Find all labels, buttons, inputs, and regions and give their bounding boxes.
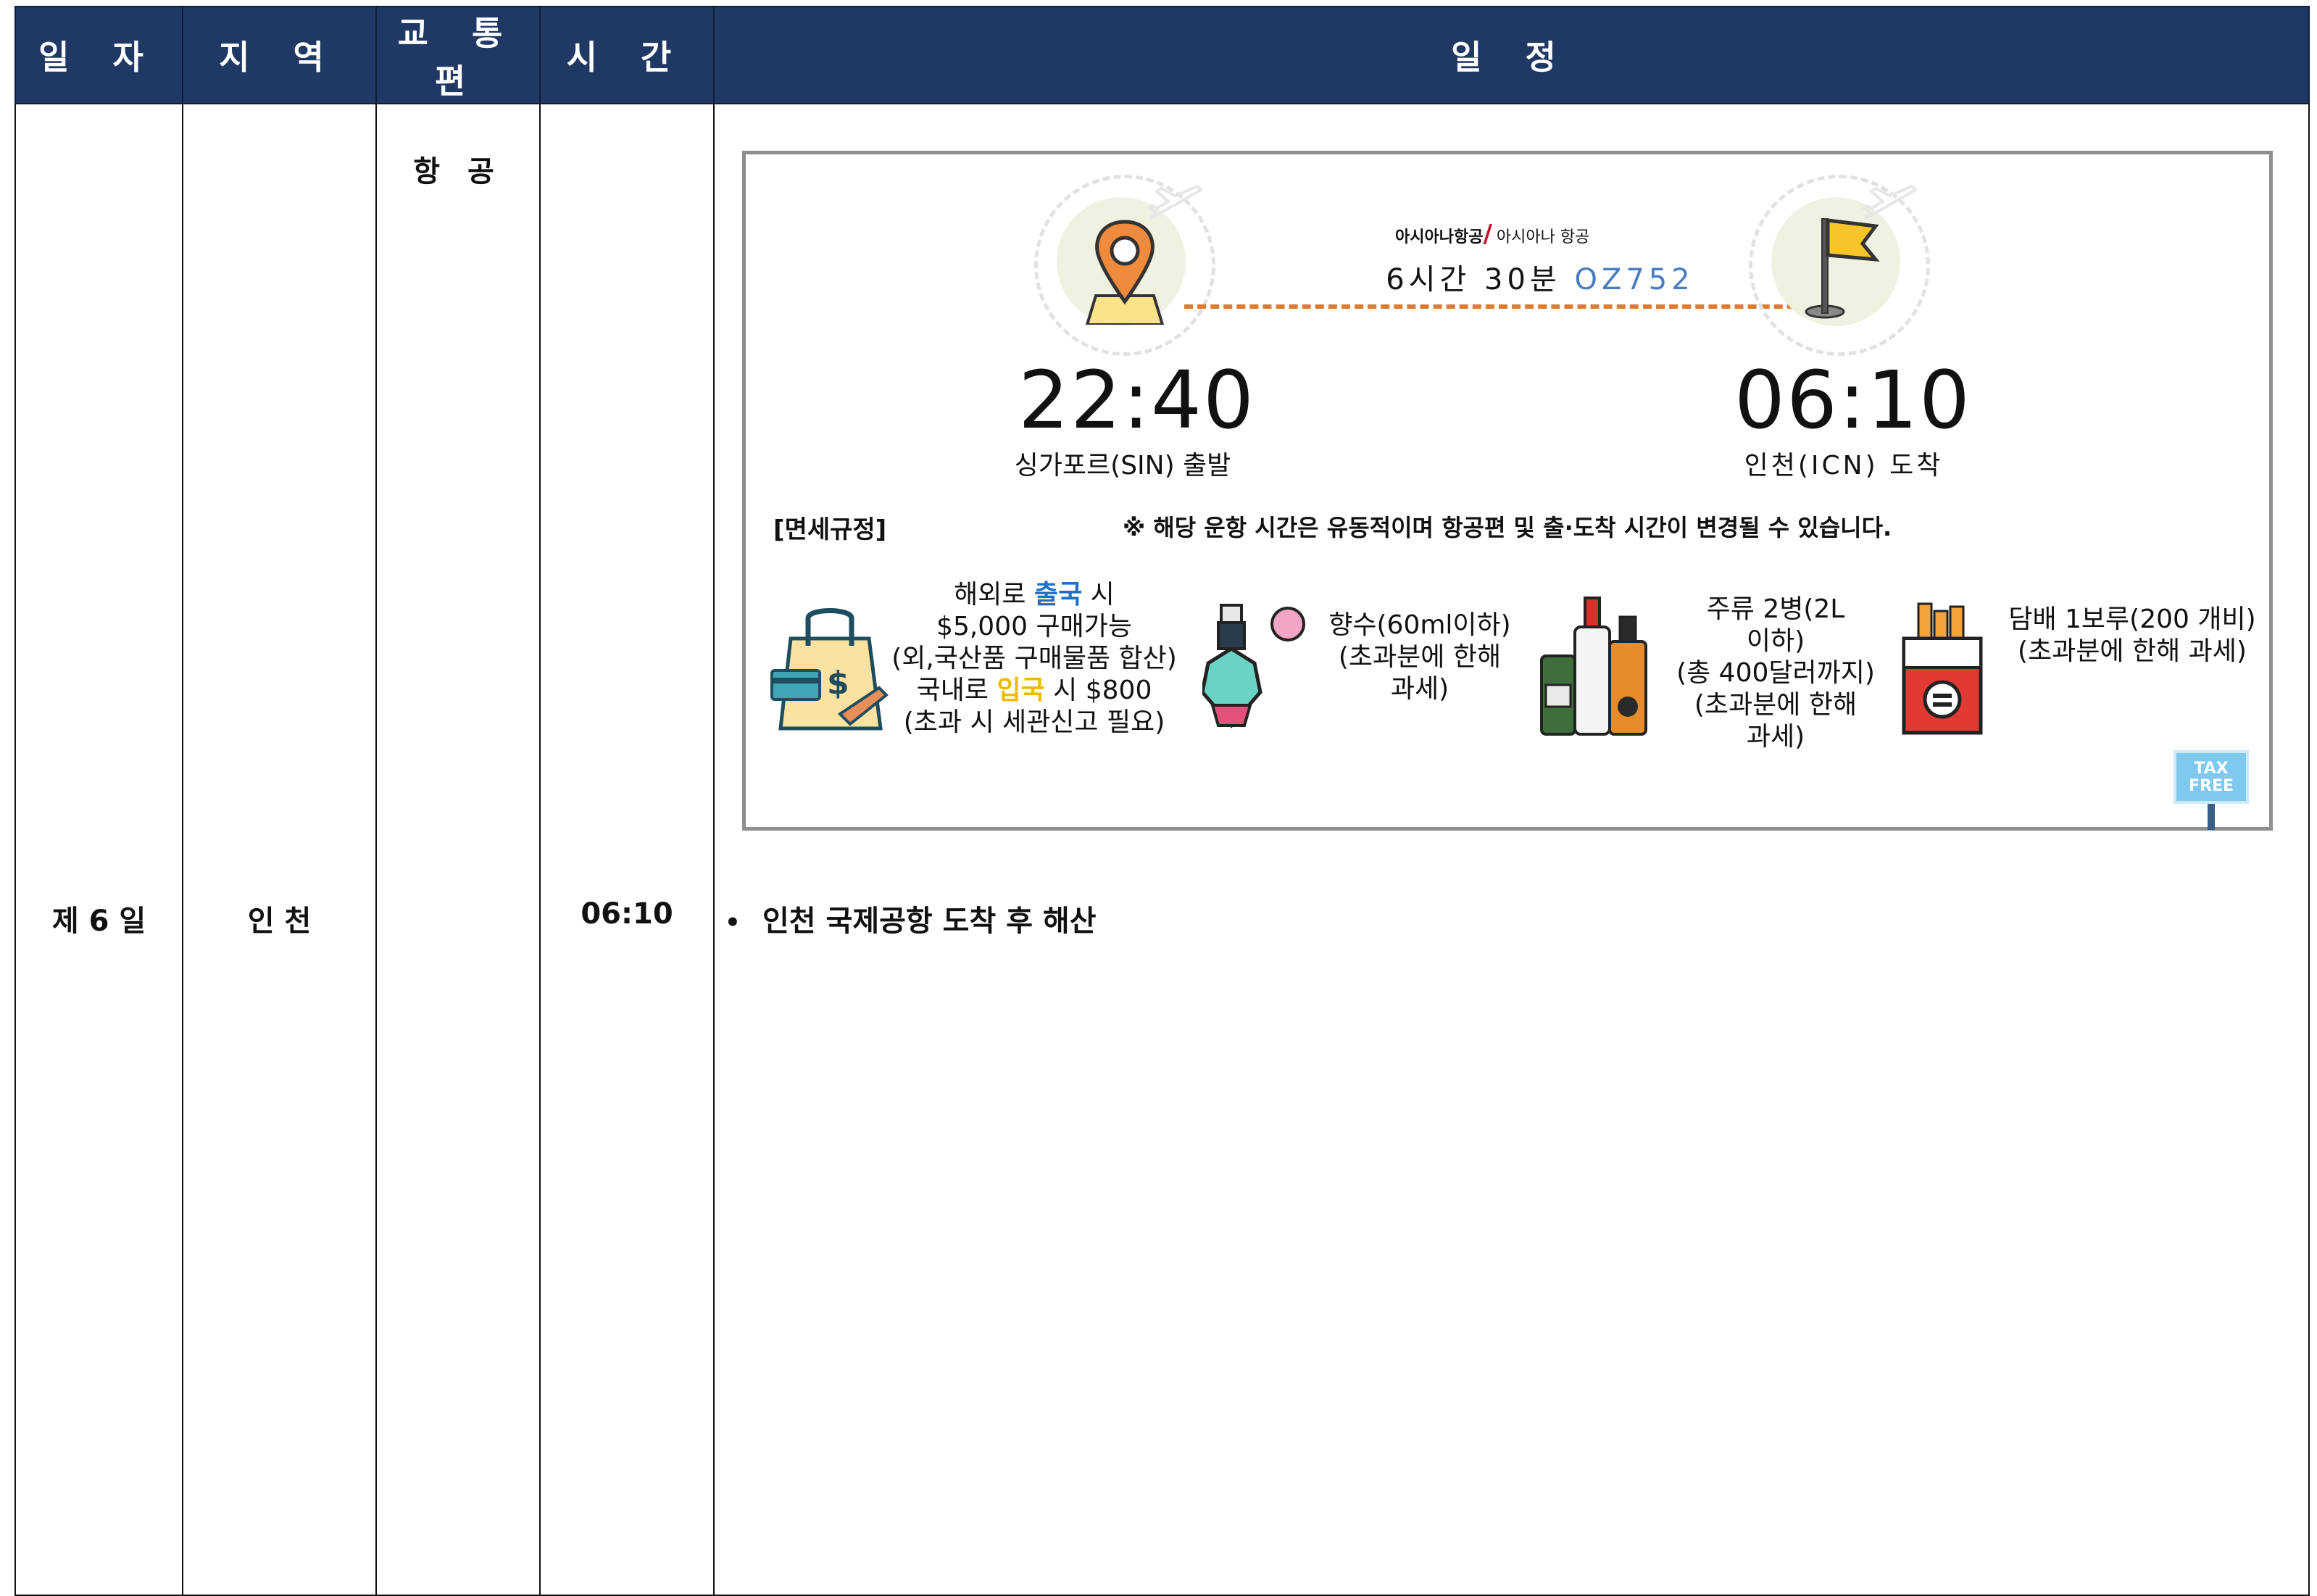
perfume-icon <box>1202 604 1305 728</box>
cigarette-pack-icon <box>1902 602 1983 735</box>
schedule-notice: ※ 해당 운항 시간은 유동적이며 항공편 및 출·도착 시간이 변경될 수 있… <box>1123 514 1892 541</box>
duration-text: 6시간 30분 <box>1386 263 1561 296</box>
region-label: 인 천 <box>247 905 312 938</box>
airline-wing-icon: / <box>1483 220 1492 249</box>
region-cell: 인 천 <box>182 103 377 1596</box>
duty-free-title: [면세규정] <box>773 515 887 544</box>
perfume-rule: 향수(60ml이하) (초과분에 한해 과세) <box>1328 610 1511 704</box>
flight-number: OZ752 <box>1574 263 1694 296</box>
header-time: 시 간 <box>539 6 715 104</box>
day-label: 제 6 일 <box>51 905 146 938</box>
itinerary-table-wrapper: 일 자 지 역 교 통 편 시 간 일 정 제 6 일 인 천 항 공 06:1… <box>14 6 2310 1596</box>
header-transport: 교 통 편 <box>375 6 541 104</box>
tobacco-rule: 담배 1보루(200 개비) (초과분에 한해 과세) <box>2008 604 2256 666</box>
itinerary-table: 일 자 지 역 교 통 편 시 간 일 정 제 6 일 인 천 항 공 06:1… <box>14 6 2310 1596</box>
schedule-item: • 인천 국제공항 도착 후 해산 <box>725 897 1097 939</box>
departure-time: 22:40 <box>1018 354 1256 446</box>
tax-free-sign: TAX FREE <box>2174 750 2249 804</box>
day-row: 제 6 일 인 천 항 공 06:10 아시아나항공/ 아시아나 항공 6시간 … <box>14 103 2310 1596</box>
header-date: 일 자 <box>14 6 183 104</box>
header-row: 일 자 지 역 교 통 편 시 간 일 정 <box>14 6 2310 104</box>
departure-label: 싱가포르(SIN) 출발 <box>1014 451 1231 481</box>
departure-badge <box>1034 175 1215 356</box>
arrival-label: 인천(ICN) 도착 <box>1744 451 1944 481</box>
header-region: 지 역 <box>182 6 377 104</box>
tax-free-sign-post <box>2208 804 2215 830</box>
shopping-rule: 해외로 출국 시 $5,000 구매가능 (외,국산품 구매물품 합산) 국내로… <box>891 580 1177 737</box>
location-pin-icon <box>1085 220 1165 325</box>
airline-logo: 아시아나항공/아시아나 항공 <box>1395 220 1590 249</box>
transport-cell: 항 공 <box>375 103 541 1596</box>
flight-info-card: 아시아나항공/아시아나 항공 6시간 30분 OZ752 22:40 싱가포르(… <box>742 151 2273 831</box>
arrival-time: 06:10 <box>1734 354 1972 446</box>
schedule-item-text: 인천 국제공항 도착 후 해산 <box>762 905 1097 938</box>
route-line <box>1184 304 1822 309</box>
flag-icon <box>1805 218 1880 319</box>
liquor-bottles-icon <box>1540 597 1647 736</box>
liquor-rule: 주류 2병(2L 이하) (총 400달러까지) (초과분에 한해 과세) <box>1676 594 1875 752</box>
transport-label: 항 공 <box>413 155 503 188</box>
time-cell: 06:10 <box>539 103 715 1596</box>
bullet: • <box>725 908 741 937</box>
date-cell: 제 6 일 <box>14 103 183 1596</box>
time-label: 06:10 <box>581 897 673 931</box>
header-schedule: 일 정 <box>713 6 2310 104</box>
svg-text:$: $ <box>827 665 849 702</box>
shopping-bag-icon: $ <box>770 608 889 731</box>
schedule-cell: 아시아나항공/아시아나 항공 6시간 30분 OZ752 22:40 싱가포르(… <box>713 103 2310 1596</box>
flight-duration: 6시간 30분 OZ752 <box>1359 256 1721 298</box>
arrival-badge <box>1749 175 1930 356</box>
